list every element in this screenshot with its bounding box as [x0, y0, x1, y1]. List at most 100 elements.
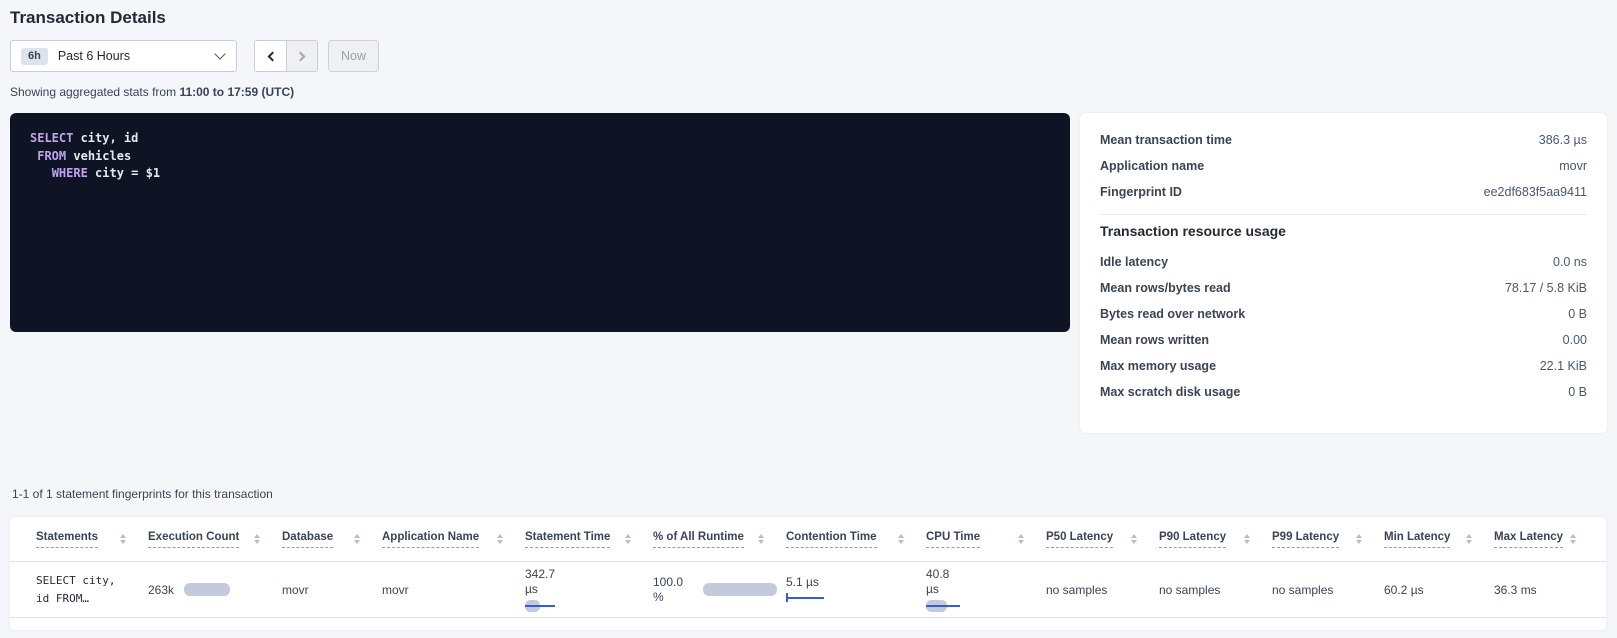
resource-label: Idle latency [1100, 255, 1168, 269]
p90-latency-cell: no samples [1159, 583, 1272, 597]
sort-icon [1570, 534, 1576, 544]
resource-label: Mean rows/bytes read [1100, 281, 1231, 295]
summary-value: movr [1559, 159, 1587, 173]
summary-value: 386.3 µs [1539, 133, 1587, 147]
statements-table-caption: 1-1 of 1 statement fingerprints for this… [12, 487, 1607, 501]
sql-line: SELECT city, id [30, 130, 1050, 148]
resource-value: 78.17 / 5.8 KiB [1505, 281, 1587, 295]
summary-row-fingerprint-id: Fingerprint ID ee2df683f5aa9411 [1100, 179, 1587, 205]
transaction-summary-panel: Mean transaction time 386.3 µs Applicati… [1080, 113, 1607, 433]
column-header-statement-time[interactable]: Statement Time [525, 531, 653, 548]
resource-value: 0 B [1568, 307, 1587, 321]
cpu-time-cell: 40.8 µs [926, 567, 1046, 612]
resource-label: Bytes read over network [1100, 307, 1245, 321]
p99-latency-cell: no samples [1272, 583, 1384, 597]
execution-count-bar [184, 583, 230, 596]
summary-label: Application name [1100, 159, 1204, 173]
sort-icon [1356, 534, 1362, 544]
resource-row-mean-rows-bytes-read: Mean rows/bytes read 78.17 / 5.8 KiB [1100, 275, 1587, 301]
column-header-percent-of-all-runtime[interactable]: % of All Runtime [653, 531, 786, 548]
statement-fingerprint-link[interactable]: SELECT city, id FROM… [36, 572, 148, 608]
column-header-min-latency[interactable]: Min Latency [1384, 531, 1494, 548]
summary-row-application-name: Application name movr [1100, 153, 1587, 179]
p50-latency-cell: no samples [1046, 583, 1159, 597]
column-header-database[interactable]: Database [282, 531, 382, 548]
column-header-execution-count[interactable]: Execution Count [148, 531, 282, 548]
column-header-p99-latency[interactable]: P99 Latency [1272, 531, 1384, 548]
min-latency-cell: 60.2 µs [1384, 583, 1494, 597]
resource-row-max-memory-usage: Max memory usage 22.1 KiB [1100, 353, 1587, 379]
time-step-group [254, 40, 318, 72]
column-header-application-name[interactable]: Application Name [382, 531, 525, 548]
statement-time-cell: 342.7 µs [525, 567, 653, 612]
percent-runtime-bar [703, 583, 777, 596]
sql-statement-box: SELECT city, id FROM vehicles WHERE city… [10, 113, 1070, 332]
resource-value: 0.0 ns [1553, 255, 1587, 269]
column-header-statements[interactable]: Statements [36, 531, 148, 548]
column-header-max-latency[interactable]: Max Latency [1494, 531, 1598, 548]
sort-icon [1131, 534, 1137, 544]
now-button[interactable]: Now [328, 40, 379, 72]
chevron-right-icon [296, 51, 306, 61]
time-controls: 6h Past 6 Hours Now [10, 40, 1607, 72]
next-range-button[interactable] [286, 41, 317, 71]
resource-value: 22.1 KiB [1540, 359, 1587, 373]
sql-line: FROM vehicles [30, 148, 1050, 166]
column-header-cpu-time[interactable]: CPU Time [926, 531, 1046, 548]
resource-label: Mean rows written [1100, 333, 1209, 347]
sort-icon [254, 534, 260, 544]
statement-row: SELECT city, id FROM… 263k movr movr 342… [10, 561, 1606, 618]
panel-divider [1100, 214, 1587, 215]
sort-icon [1466, 534, 1472, 544]
resource-row-mean-rows-written: Mean rows written 0.00 [1100, 327, 1587, 353]
sort-icon [898, 534, 904, 544]
sort-icon [1018, 534, 1024, 544]
aggregation-note: Showing aggregated stats from 11:00 to 1… [10, 85, 1607, 99]
aggregation-note-range: 11:00 to 17:59 (UTC) [179, 85, 294, 99]
column-header-p50-latency[interactable]: P50 Latency [1046, 531, 1159, 548]
sort-icon [120, 534, 126, 544]
previous-range-button[interactable] [255, 41, 286, 71]
sql-keyword: FROM [37, 149, 66, 163]
statements-table-header: Statements Execution Count Database Appl… [10, 517, 1606, 561]
resource-value: 0 B [1568, 385, 1587, 399]
summary-label: Mean transaction time [1100, 133, 1232, 147]
contention-time-bar [786, 592, 918, 604]
time-range-badge: 6h [21, 48, 48, 65]
statements-table: Statements Execution Count Database Appl… [10, 517, 1606, 630]
execution-count-cell: 263k [148, 583, 282, 597]
summary-value: ee2df683f5aa9411 [1484, 185, 1587, 199]
column-header-p90-latency[interactable]: P90 Latency [1159, 531, 1272, 548]
resource-label: Max scratch disk usage [1100, 385, 1240, 399]
time-range-picker[interactable]: 6h Past 6 Hours [10, 40, 237, 72]
sort-icon [1244, 534, 1250, 544]
cpu-time-bar [926, 600, 1038, 612]
statement-time-bar [525, 600, 645, 612]
column-header-contention-time[interactable]: Contention Time [786, 531, 926, 548]
max-latency-cell: 36.3 ms [1494, 583, 1598, 597]
summary-label: Fingerprint ID [1100, 185, 1182, 199]
sql-keyword: WHERE [52, 166, 88, 180]
resource-usage-title: Transaction resource usage [1100, 223, 1587, 239]
percent-runtime-cell: 100.0 % [653, 575, 786, 605]
resource-value: 0.00 [1563, 333, 1587, 347]
sort-icon [625, 534, 631, 544]
chevron-left-icon [267, 51, 277, 61]
resource-row-max-scratch-disk-usage: Max scratch disk usage 0 B [1100, 379, 1587, 405]
contention-time-cell: 5.1 µs [786, 575, 926, 604]
page-title: Transaction Details [10, 8, 1607, 28]
resource-row-idle-latency: Idle latency 0.0 ns [1100, 249, 1587, 275]
sql-line: WHERE city = $1 [30, 165, 1050, 183]
resource-label: Max memory usage [1100, 359, 1216, 373]
aggregation-note-prefix: Showing aggregated stats from [10, 85, 179, 99]
transaction-details-page: Transaction Details 6h Past 6 Hours Now … [0, 0, 1617, 638]
sort-icon [354, 534, 360, 544]
application-name-cell: movr [382, 583, 525, 597]
chevron-down-icon [214, 48, 225, 59]
time-range-label: Past 6 Hours [58, 49, 130, 63]
summary-row-mean-transaction-time: Mean transaction time 386.3 µs [1100, 127, 1587, 153]
sort-icon [758, 534, 764, 544]
main-content: SELECT city, id FROM vehicles WHERE city… [10, 113, 1607, 433]
database-cell: movr [282, 583, 382, 597]
sort-icon [497, 534, 503, 544]
